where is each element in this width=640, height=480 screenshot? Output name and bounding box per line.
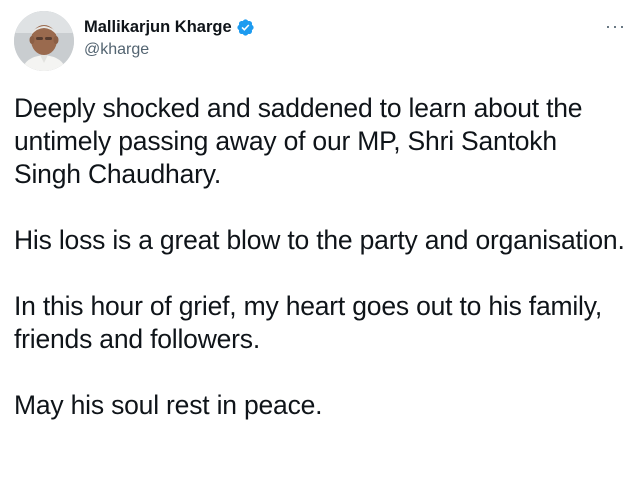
tweet-paragraph: May his soul rest in peace. [14,390,323,420]
tweet-paragraph: Deeply shocked and saddened to learn abo… [14,93,583,189]
name-row: Mallikarjun Kharge [84,16,255,38]
avatar[interactable] [14,11,74,71]
user-handle[interactable]: @kharge [84,40,255,60]
tweet-paragraph: In this hour of grief, my heart goes out… [14,291,602,354]
tweet-paragraph: His loss is a great blow to the party an… [14,225,625,255]
more-horizontal-icon[interactable]: ··· [605,17,626,35]
verified-badge-icon [236,18,255,37]
display-name[interactable]: Mallikarjun Kharge [84,16,232,38]
tweet-text: Deeply shocked and saddened to learn abo… [14,92,630,422]
tweet-header: Mallikarjun Kharge @kharge [84,16,255,60]
tweet-card: Mallikarjun Kharge @kharge ··· Deeply sh… [0,0,640,480]
avatar-image [14,11,74,71]
